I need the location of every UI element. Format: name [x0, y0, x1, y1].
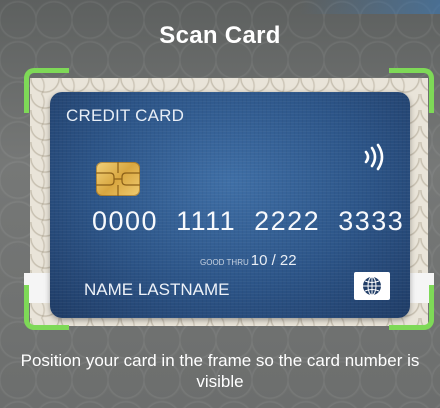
card-label: CREDIT CARD — [66, 106, 185, 125]
globe-icon — [363, 276, 381, 296]
expiry-prefix: GOOD THRU — [200, 258, 249, 267]
frame-corner-bottom-right — [389, 285, 434, 330]
page-title: Scan Card — [159, 22, 281, 49]
camera-edge-highlight — [300, 0, 440, 14]
chip-icon — [96, 162, 140, 196]
scan-frame: CREDIT CARD 0000 1111 2222 3333 GOOD THR… — [24, 68, 434, 330]
card-network-badge — [354, 272, 390, 300]
card-expiry: GOOD THRU 10 / 22 — [200, 252, 297, 269]
cardholder-name: NAME LASTNAME — [84, 280, 230, 299]
card-number: 0000 1111 2222 3333 — [92, 206, 405, 236]
credit-card-preview: CREDIT CARD 0000 1111 2222 3333 GOOD THR… — [50, 92, 410, 318]
frame-corner-bottom-left — [24, 285, 69, 330]
contactless-icon — [358, 140, 392, 174]
frame-corner-top-right — [389, 68, 434, 113]
frame-corner-top-left — [24, 68, 69, 113]
scan-instructions: Position your card in the frame so the c… — [20, 351, 420, 391]
expiry-value: 10 / 22 — [250, 252, 297, 269]
